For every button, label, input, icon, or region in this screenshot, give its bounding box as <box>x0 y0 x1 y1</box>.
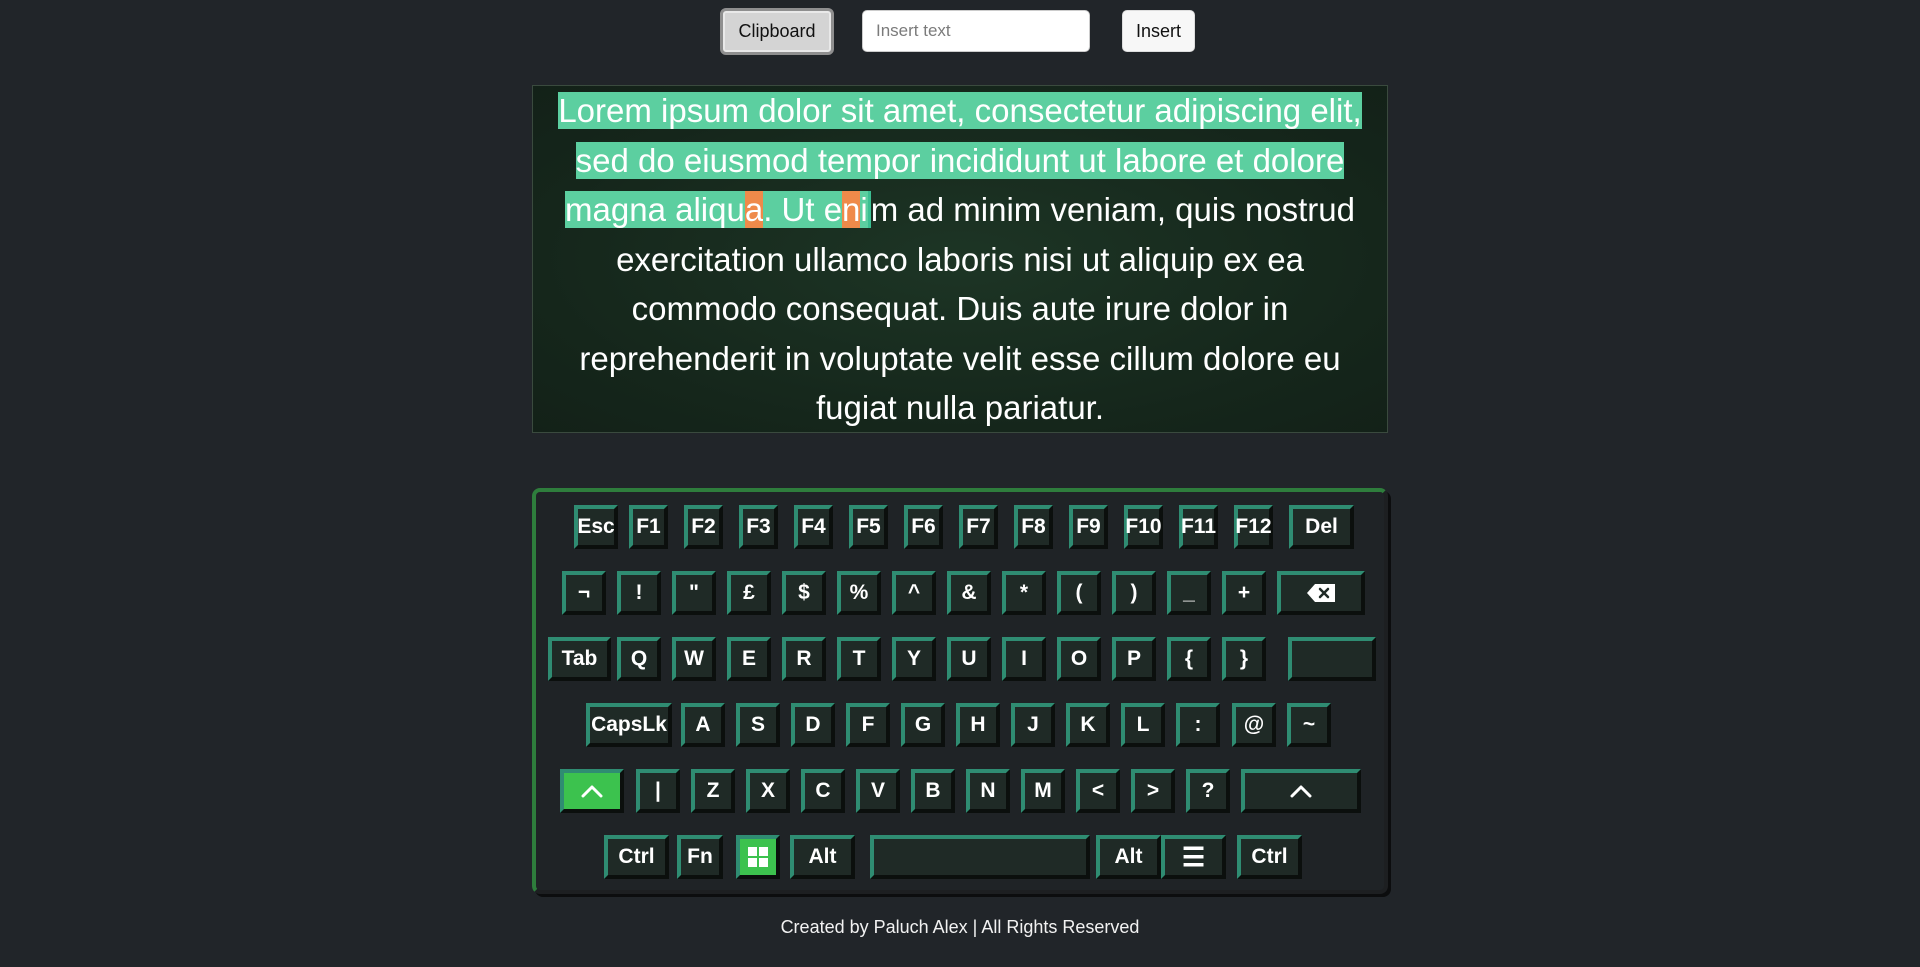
key-q[interactable]: Q <box>617 637 661 681</box>
cursor-highlight-start: a <box>744 191 764 228</box>
text-display[interactable]: Lorem ipsum dolor sit amet, consectetur … <box>532 85 1388 433</box>
key-b[interactable]: B <box>911 769 955 813</box>
text-caret: i <box>860 191 871 228</box>
insert-button[interactable]: Insert <box>1122 10 1195 52</box>
key-windows[interactable] <box>736 835 780 879</box>
text-line-2: sed do eiusmod tempor incididunt ut labo… <box>575 141 1345 179</box>
key-percent[interactable]: % <box>837 571 881 615</box>
cursor-highlight-end: n <box>842 191 861 228</box>
key-greater-than[interactable]: > <box>1131 769 1175 813</box>
key-ctrl-right[interactable]: Ctrl <box>1237 835 1302 879</box>
key-space[interactable] <box>870 835 1090 879</box>
key-tilde[interactable]: ~ <box>1287 703 1331 747</box>
key-f12[interactable]: F12 <box>1234 505 1273 549</box>
key-l[interactable]: L <box>1121 703 1165 747</box>
key-at[interactable]: @ <box>1232 703 1276 747</box>
key-c[interactable]: C <box>801 769 845 813</box>
key-colon[interactable]: : <box>1176 703 1220 747</box>
text-line-6: reprehenderit in voluptate velit esse ci… <box>579 339 1341 377</box>
key-i[interactable]: I <box>1002 637 1046 681</box>
windows-logo-icon <box>748 847 768 867</box>
text-line-7: fugiat nulla pariatur. <box>815 389 1105 426</box>
key-asterisk[interactable]: * <box>1002 571 1046 615</box>
key-s[interactable]: S <box>736 703 780 747</box>
key-e[interactable]: E <box>727 637 771 681</box>
key-ampersand[interactable]: & <box>947 571 991 615</box>
key-f11[interactable]: F11 <box>1179 505 1218 549</box>
key-underscore[interactable]: _ <box>1167 571 1211 615</box>
key-plus[interactable]: + <box>1222 571 1266 615</box>
key-o[interactable]: O <box>1057 637 1101 681</box>
key-p[interactable]: P <box>1112 637 1156 681</box>
key-fn[interactable]: Fn <box>677 835 723 879</box>
clipboard-button[interactable]: Clipboard <box>720 8 834 55</box>
key-w[interactable]: W <box>672 637 716 681</box>
key-r[interactable]: R <box>782 637 826 681</box>
key-f5[interactable]: F5 <box>849 505 888 549</box>
insert-text-input[interactable] <box>862 10 1090 52</box>
key-ctrl-left[interactable]: Ctrl <box>604 835 669 879</box>
key-f10[interactable]: F10 <box>1124 505 1163 549</box>
key-pipe[interactable]: | <box>636 769 680 813</box>
key-n[interactable]: N <box>966 769 1010 813</box>
key-shift-left[interactable] <box>560 769 624 813</box>
shift-arrow-icon <box>581 785 603 798</box>
key-a[interactable]: A <box>681 703 725 747</box>
key-g[interactable]: G <box>901 703 945 747</box>
key-shift-right[interactable] <box>1241 769 1361 813</box>
key-f9[interactable]: F9 <box>1069 505 1108 549</box>
key-h[interactable]: H <box>956 703 1000 747</box>
key-f[interactable]: F <box>846 703 890 747</box>
key-alt-left[interactable]: Alt <box>790 835 855 879</box>
key-backspace[interactable] <box>1277 571 1365 615</box>
key-lbrace[interactable]: { <box>1167 637 1211 681</box>
key-dollar[interactable]: $ <box>782 571 826 615</box>
key-exclamation[interactable]: ! <box>617 571 661 615</box>
shift-arrow-icon <box>1290 785 1312 798</box>
toolbar: Clipboard Insert <box>0 8 1920 55</box>
key-rparen[interactable]: ) <box>1112 571 1156 615</box>
key-f4[interactable]: F4 <box>794 505 833 549</box>
key-alt-right[interactable]: Alt <box>1096 835 1161 879</box>
key-lparen[interactable]: ( <box>1057 571 1101 615</box>
key-t[interactable]: T <box>837 637 881 681</box>
key-f2[interactable]: F2 <box>684 505 723 549</box>
key-f6[interactable]: F6 <box>904 505 943 549</box>
key-y[interactable]: Y <box>892 637 936 681</box>
key-u[interactable]: U <box>947 637 991 681</box>
key-tab[interactable]: Tab <box>548 637 611 681</box>
backspace-icon <box>1307 584 1335 602</box>
key-d[interactable]: D <box>791 703 835 747</box>
key-enter[interactable] <box>1288 637 1376 681</box>
footer-credit: Created by Paluch Alex | All Rights Rese… <box>780 917 1140 937</box>
virtual-keyboard: Esc F1 F2 F3 F4 F5 F6 F7 F8 F9 F10 F11 F12 Del ¬! " £ $% ^… <box>532 488 1388 894</box>
key-m[interactable]: M <box>1021 769 1065 813</box>
key-esc[interactable]: Esc <box>574 505 618 549</box>
text-line-3: magna aliqua. Ut enim ad minim veniam, q… <box>565 191 1355 228</box>
key-z[interactable]: Z <box>691 769 735 813</box>
key-menu[interactable]: ☰ <box>1161 835 1226 879</box>
key-caret[interactable]: ^ <box>892 571 936 615</box>
key-f1[interactable]: F1 <box>629 505 668 549</box>
key-f8[interactable]: F8 <box>1014 505 1053 549</box>
key-pound[interactable]: £ <box>727 571 771 615</box>
key-f3[interactable]: F3 <box>739 505 778 549</box>
key-less-than[interactable]: < <box>1076 769 1120 813</box>
text-line-5: commodo consequat. Duis aute irure dolor… <box>631 290 1289 327</box>
key-v[interactable]: V <box>856 769 900 813</box>
key-del[interactable]: Del <box>1289 505 1354 549</box>
key-question[interactable]: ? <box>1186 769 1230 813</box>
text-line-1: Lorem ipsum dolor sit amet, consectetur … <box>558 92 1362 129</box>
key-not[interactable]: ¬ <box>562 571 606 615</box>
key-rbrace[interactable]: } <box>1222 637 1266 681</box>
key-x[interactable]: X <box>746 769 790 813</box>
key-quote[interactable]: " <box>672 571 716 615</box>
text-line-4: exercitation ullamco laboris nisi ut ali… <box>616 240 1304 278</box>
key-k[interactable]: K <box>1066 703 1110 747</box>
key-j[interactable]: J <box>1011 703 1055 747</box>
key-f7[interactable]: F7 <box>959 505 998 549</box>
key-capslk[interactable]: CapsLk <box>586 703 672 747</box>
